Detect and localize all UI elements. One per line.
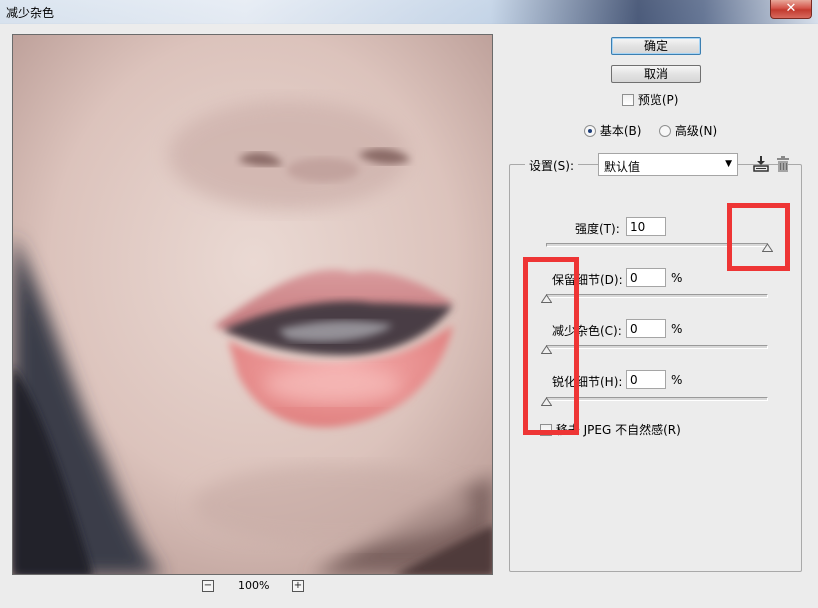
- preview-image[interactable]: [12, 34, 493, 575]
- settings-label: 设置(S):: [525, 157, 579, 174]
- ok-button[interactable]: 确定: [611, 37, 701, 55]
- settings-dropdown[interactable]: 默认值 ▼: [598, 153, 738, 176]
- advanced-mode-label: 高级(N): [674, 124, 718, 138]
- basic-mode-option[interactable]: 基本(B): [584, 122, 641, 139]
- trash-icon[interactable]: [776, 155, 790, 173]
- zoom-in-button[interactable]: +: [292, 580, 304, 592]
- preview-checkbox[interactable]: [622, 94, 634, 106]
- highlight-box-detail-labels: [523, 257, 579, 435]
- zoom-out-button[interactable]: −: [202, 580, 214, 592]
- basic-mode-radio[interactable]: [584, 125, 596, 137]
- cancel-button[interactable]: 取消: [611, 65, 701, 83]
- preserve-details-input[interactable]: 0: [626, 268, 666, 287]
- reduce-noise-input[interactable]: 0: [626, 319, 666, 338]
- strength-input[interactable]: 10: [626, 217, 666, 236]
- basic-mode-label: 基本(B): [599, 124, 642, 138]
- sharpen-details-input[interactable]: 0: [626, 370, 666, 389]
- window-title: 减少杂色: [6, 6, 55, 20]
- advanced-mode-radio[interactable]: [659, 125, 671, 137]
- title-bar-background: [0, 0, 818, 24]
- sharpen-details-unit: %: [671, 373, 683, 387]
- reduce-noise-unit: %: [671, 322, 683, 336]
- sharpen-details-slider[interactable]: [546, 397, 768, 401]
- reduce-noise-slider[interactable]: [546, 345, 768, 349]
- preserve-details-unit: %: [671, 271, 683, 285]
- title-bar: 减少杂色 ✕: [0, 0, 818, 24]
- preview-label: 预览(P): [637, 93, 679, 107]
- preview-option[interactable]: 预览(P): [622, 91, 678, 108]
- zoom-level: 100%: [238, 579, 270, 592]
- strength-label: 强度(T):: [575, 222, 620, 236]
- close-button[interactable]: ✕: [770, 0, 812, 19]
- save-settings-icon[interactable]: [752, 155, 770, 173]
- preserve-details-slider[interactable]: [546, 294, 768, 298]
- highlight-box-strength-slider: [727, 203, 790, 271]
- advanced-mode-option[interactable]: 高级(N): [659, 122, 717, 139]
- chevron-down-icon: ▼: [725, 159, 732, 169]
- settings-value: 默认值: [604, 160, 641, 174]
